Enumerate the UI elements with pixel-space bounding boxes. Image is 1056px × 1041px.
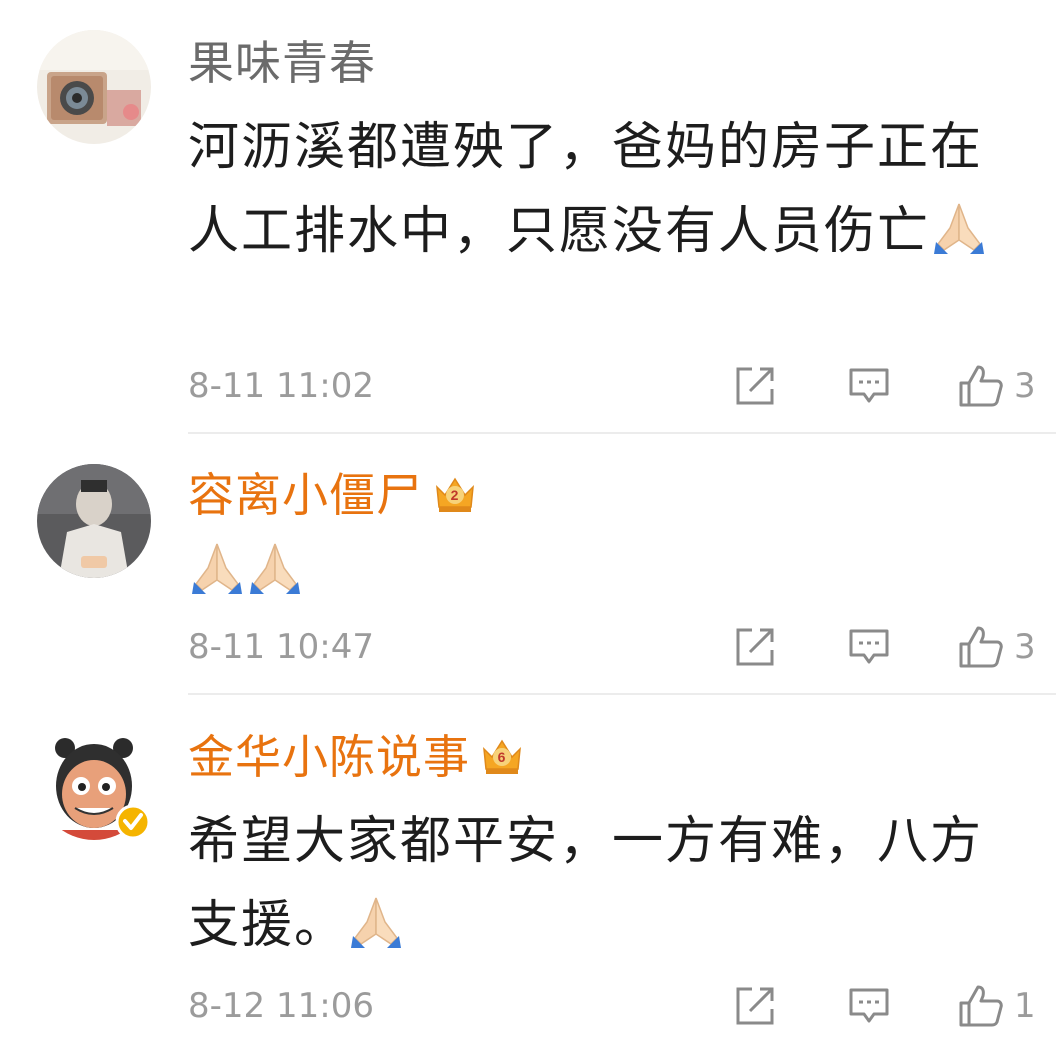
thumbs-up-icon: [959, 365, 1003, 407]
comment-text: [188, 530, 1028, 620]
like-count: 3: [1014, 366, 1036, 406]
vip-crown-icon: 6: [480, 734, 524, 788]
like-button[interactable]: 3: [958, 362, 1036, 410]
share-icon: [736, 628, 774, 666]
avatar[interactable]: [37, 30, 151, 144]
comment-icon: [849, 368, 889, 403]
comment-meta: 8-12 11:06 1: [188, 982, 1056, 1030]
like-button[interactable]: 3: [958, 623, 1036, 671]
vip-crown-icon: 2: [433, 472, 477, 526]
username[interactable]: 金华小陈说事 6: [188, 730, 524, 788]
folded-hands-icon: [246, 536, 304, 620]
folded-hands-icon: [347, 890, 405, 974]
timestamp: 8-11 10:47: [188, 627, 374, 667]
comment-text: 希望大家都平安，一方有难，八方支援。: [188, 800, 1028, 974]
comment-text-content: 希望大家都平安，一方有难，八方支援。: [188, 812, 984, 955]
avatar[interactable]: [37, 464, 151, 578]
username[interactable]: 果味青春: [188, 36, 376, 90]
comment-text-content: 河沥溪都遭殃了，爸妈的房子正在人工排水中，只愿没有人员伤亡: [188, 118, 984, 261]
comment-button[interactable]: [848, 362, 890, 410]
comment-list: 果味青春 河沥溪都遭殃了，爸妈的房子正在人工排水中，只愿没有人员伤亡 8-11 …: [0, 0, 1056, 1041]
comment-icon: [849, 988, 889, 1023]
timestamp: 8-11 11:02: [188, 366, 374, 406]
comment-button[interactable]: [848, 982, 890, 1030]
comment-text: 河沥溪都遭殃了，爸妈的房子正在人工排水中，只愿没有人员伤亡: [188, 106, 1028, 280]
avatar[interactable]: [37, 726, 151, 840]
comment-icon: [849, 629, 889, 664]
like-count: 3: [1014, 627, 1036, 667]
divider: [188, 693, 1056, 695]
share-button[interactable]: [734, 982, 776, 1030]
thumbs-up-icon: [959, 985, 1003, 1027]
divider: [188, 432, 1056, 434]
username-text: 金华小陈说事: [188, 730, 470, 784]
vip-level: 6: [498, 749, 507, 765]
username-text: 容离小僵尸: [188, 468, 423, 522]
username[interactable]: 容离小僵尸 2: [188, 468, 477, 526]
like-button[interactable]: 1: [958, 982, 1036, 1030]
share-button[interactable]: [734, 623, 776, 671]
folded-hands-icon: [188, 536, 246, 620]
share-icon: [736, 367, 774, 405]
comment-meta: 8-11 10:47 3: [188, 623, 1056, 671]
folded-hands-icon: [930, 196, 988, 280]
comment-meta: 8-11 11:02 3: [188, 362, 1056, 410]
verified-badge-icon: [115, 804, 151, 840]
share-icon: [736, 987, 774, 1025]
like-count: 1: [1014, 986, 1036, 1026]
timestamp: 8-12 11:06: [188, 986, 374, 1026]
vip-level: 2: [451, 487, 460, 503]
share-button[interactable]: [734, 362, 776, 410]
thumbs-up-icon: [959, 626, 1003, 668]
comment-button[interactable]: [848, 623, 890, 671]
